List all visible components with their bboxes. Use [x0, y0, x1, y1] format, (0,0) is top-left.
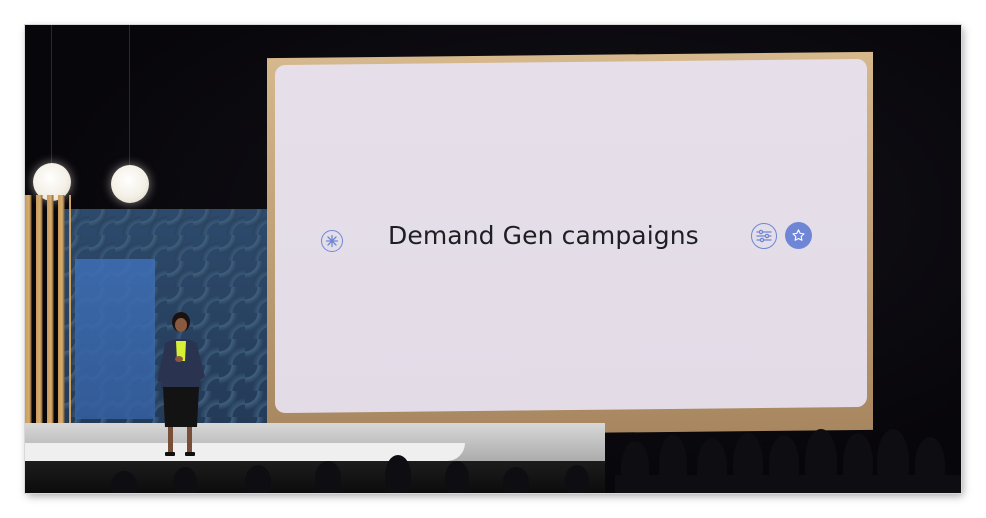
- photo-frame: Demand Gen campaigns: [25, 25, 961, 493]
- audience-head: [565, 465, 589, 493]
- audience-head: [245, 465, 271, 493]
- audience-head: [503, 467, 529, 493]
- wall-light: [75, 259, 155, 419]
- sparkle-icon: [321, 230, 343, 252]
- audience-shoulders: [615, 475, 961, 493]
- audience-head: [111, 471, 137, 493]
- slide-title: Demand Gen campaigns: [388, 221, 699, 250]
- star-icon: [785, 222, 812, 249]
- audience-head: [315, 461, 341, 493]
- lamp-cord: [51, 25, 52, 165]
- sliders-icon: [751, 223, 777, 249]
- wood-slat-panel: [25, 195, 71, 435]
- lamp-cord: [129, 25, 130, 165]
- audience-head: [173, 467, 197, 493]
- audience-head: [385, 455, 411, 493]
- globe-lamp: [111, 165, 149, 203]
- audience-head: [445, 461, 469, 493]
- audience-silhouettes: [25, 425, 961, 493]
